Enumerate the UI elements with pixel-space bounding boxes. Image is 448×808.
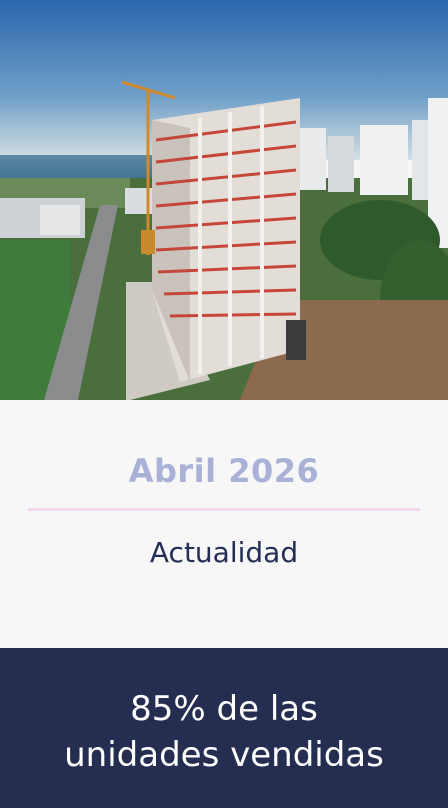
info-panel: Abril 2026 Actualidad [0, 400, 448, 648]
tower-right-1 [300, 128, 326, 190]
sales-status-line-2: unidades vendidas [64, 735, 384, 775]
sales-status: 85% de las unidades vendidas [0, 686, 448, 778]
progress-date: Abril 2026 [128, 452, 320, 490]
progress-subtitle: Actualidad [149, 536, 299, 569]
divider [28, 508, 420, 511]
progress-card: Abril 2026 Actualidad 85% de las unidade… [0, 0, 448, 808]
construction-photo-illustration [0, 0, 448, 400]
sales-footer: 85% de las unidades vendidas [0, 648, 448, 808]
construction-photo [0, 0, 448, 400]
main-tower [152, 98, 306, 382]
sales-status-line-1: 85% de las [130, 689, 318, 729]
